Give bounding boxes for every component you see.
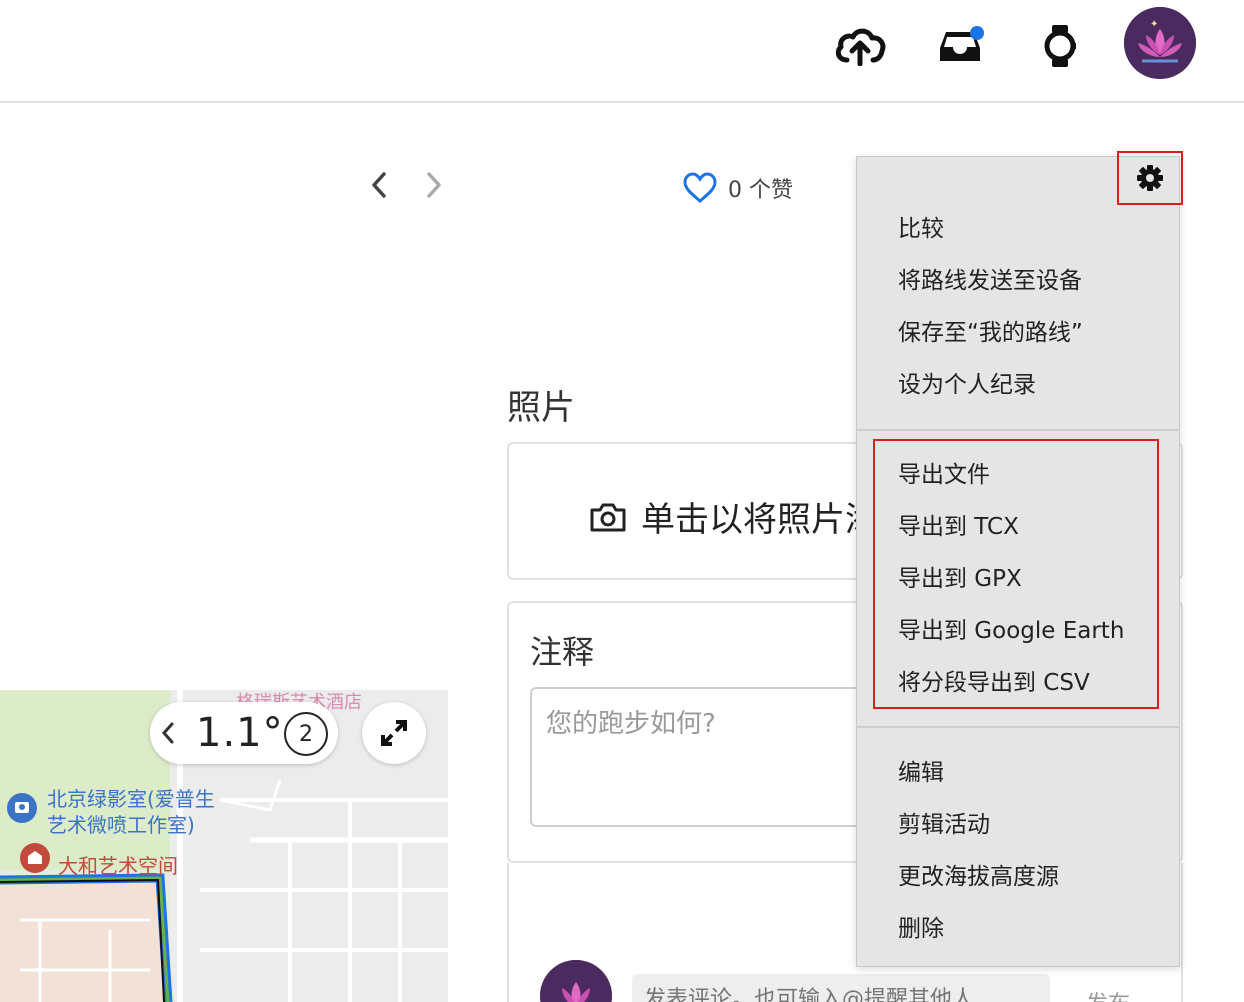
map-back-button[interactable] xyxy=(150,721,186,745)
map-poi-label: 大和艺术空间 xyxy=(58,854,178,878)
watch-icon[interactable] xyxy=(1032,18,1088,74)
heart-icon xyxy=(683,172,717,203)
user-avatar[interactable]: ✦ xyxy=(1124,7,1196,79)
map-compass-badge[interactable]: 2 xyxy=(284,712,328,756)
like-button[interactable]: 0 个赞 xyxy=(682,172,793,204)
top-bar: ✦ xyxy=(0,0,1244,103)
map-3d-control[interactable]: 1.1° 2 xyxy=(150,702,338,764)
gear-icon xyxy=(1137,165,1163,191)
menu-item-trim-activity[interactable]: 剪辑活动 xyxy=(898,810,990,840)
camera-icon xyxy=(590,503,626,531)
menu-item-export-gpx[interactable]: 导出到 GPX xyxy=(898,564,1022,594)
map-expand-button[interactable] xyxy=(362,702,426,764)
menu-divider xyxy=(857,726,1179,728)
menu-item-change-elevation[interactable]: 更改海拔高度源 xyxy=(898,862,1059,892)
notification-dot xyxy=(970,26,984,40)
menu-item-export-google-earth[interactable]: 导出到 Google Earth xyxy=(898,616,1124,646)
menu-item-export-splits-csv[interactable]: 将分段导出到 CSV xyxy=(898,668,1090,698)
photos-title: 照片 xyxy=(507,388,575,428)
next-activity-button[interactable] xyxy=(419,168,449,202)
menu-item-compare[interactable]: 比较 xyxy=(898,214,944,244)
menu-item-set-record[interactable]: 设为个人纪录 xyxy=(898,370,1036,400)
photo-upload-button[interactable]: 单击以将照片添 xyxy=(589,492,879,541)
menu-item-export-file[interactable]: 导出文件 xyxy=(898,460,990,490)
menu-divider xyxy=(857,429,1179,431)
svg-text:✦: ✦ xyxy=(1150,19,1158,30)
menu-item-edit[interactable]: 编辑 xyxy=(898,758,944,788)
upload-cloud-icon[interactable] xyxy=(832,18,888,74)
map-tilt-value: 1.1° xyxy=(196,710,284,756)
menu-item-save-course[interactable]: 保存至“我的路线” xyxy=(898,318,1083,348)
chevron-left-icon xyxy=(161,722,174,744)
previous-activity-button[interactable] xyxy=(364,168,394,202)
comment-input[interactable] xyxy=(632,974,1050,1002)
notes-title: 注释 xyxy=(530,633,595,671)
menu-item-export-tcx[interactable]: 导出到 TCX xyxy=(898,512,1019,542)
post-comment-button[interactable]: 发布 xyxy=(1086,986,1130,1002)
expand-icon xyxy=(381,720,407,746)
activity-page: ✦ 0 个赞 照片 单击以将照片添 注释 您的跑步如何? 发表评论。也可输入@提… xyxy=(0,0,1244,1002)
menu-item-send-course[interactable]: 将路线发送至设备 xyxy=(898,266,1082,296)
likes-count: 0 个赞 xyxy=(728,178,793,203)
route-map[interactable]: 格瑞斯艺术酒店 北京绿影室(爱普生 艺术微喷工作室) 大和艺术空间 1.1° 2 xyxy=(0,690,448,1002)
settings-gear-button[interactable] xyxy=(1117,151,1183,205)
map-poi-label: 北京绿影室(爱普生 xyxy=(47,787,215,811)
menu-item-delete[interactable]: 删除 xyxy=(898,914,944,944)
inbox-icon[interactable] xyxy=(932,18,988,74)
photo-upload-label: 单击以将照片添 xyxy=(641,500,879,540)
map-poi-label: 艺术微喷工作室) xyxy=(47,813,195,837)
